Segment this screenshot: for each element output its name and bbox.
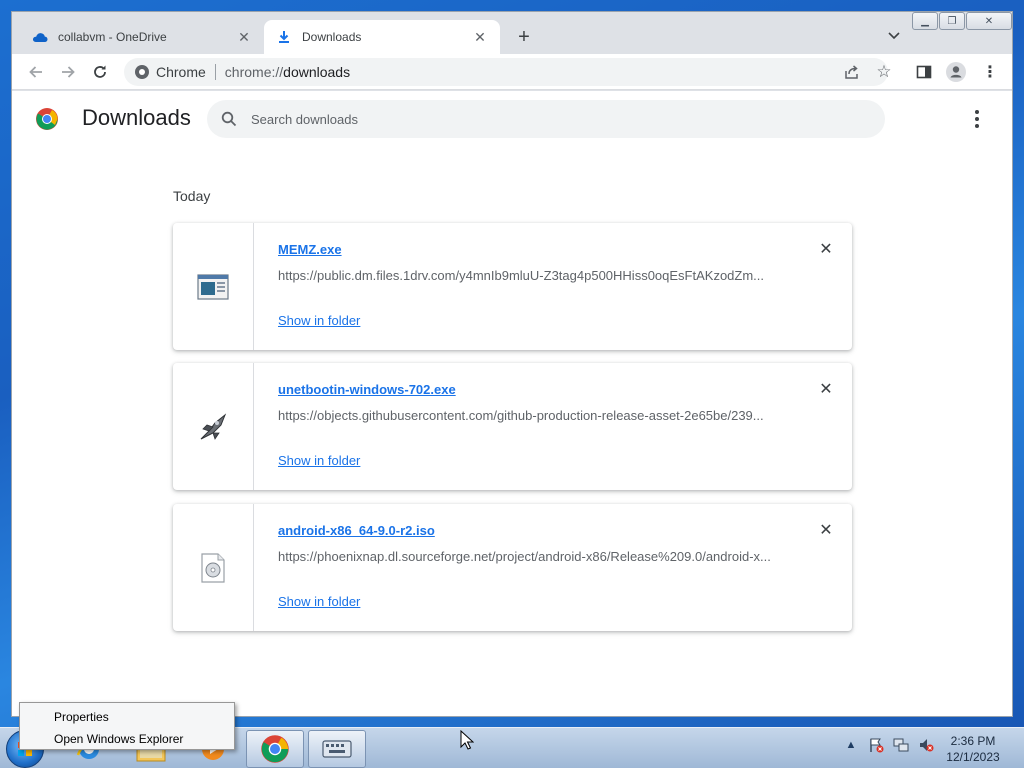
keyboard-icon	[322, 740, 352, 758]
chrome-chip-icon	[135, 65, 149, 79]
tab-search-chevron-icon[interactable]	[884, 26, 904, 46]
network-icon[interactable]	[892, 736, 910, 754]
tab-title: Downloads	[302, 30, 362, 44]
file-icon-column	[173, 223, 254, 350]
volume-muted-icon[interactable]	[917, 736, 935, 754]
tab-onedrive[interactable]: collabvm - OneDrive ✕	[20, 20, 264, 54]
tab-strip: collabvm - OneDrive ✕ Downloads ✕ + ▁ ❐ …	[12, 12, 1012, 54]
search-downloads-box[interactable]	[207, 100, 885, 138]
bookmark-button[interactable]: ☆	[872, 60, 896, 84]
forward-button[interactable]	[56, 60, 80, 84]
close-icon: ✕	[984, 15, 994, 27]
browser-toolbar: Chrome chrome:// downloads ☆ ⋮	[12, 54, 1012, 90]
show-in-folder-link[interactable]: Show in folder	[278, 594, 360, 609]
window-controls: ▁ ❐ ✕	[911, 12, 1012, 30]
back-button[interactable]	[24, 60, 48, 84]
close-tab-icon[interactable]: ✕	[236, 29, 252, 45]
show-in-folder-link[interactable]: Show in folder	[278, 453, 360, 468]
remove-download-icon[interactable]: ✕	[817, 381, 835, 399]
address-bar[interactable]: Chrome chrome:// downloads	[124, 58, 888, 86]
taskbar-clock[interactable]: 2:36 PM 12/1/2023	[936, 733, 1010, 765]
dot	[975, 124, 979, 128]
page-title: Downloads	[82, 105, 191, 130]
taskbar-on-screen-keyboard[interactable]	[308, 730, 366, 768]
iso-disc-file-icon	[201, 552, 225, 583]
action-center-flag-icon[interactable]	[867, 736, 885, 754]
new-tab-button[interactable]: +	[512, 26, 536, 50]
download-item: unetbootin-windows-702.exe https://objec…	[173, 363, 852, 490]
chrome-window: collabvm - OneDrive ✕ Downloads ✕ + ▁ ❐ …	[11, 11, 1013, 717]
file-icon-column	[173, 363, 254, 490]
url-host: downloads	[283, 64, 351, 80]
download-item: android-x86_64-9.0-r2.iso https://phoeni…	[173, 504, 852, 631]
profile-button[interactable]	[944, 60, 968, 84]
side-panel-icon	[916, 65, 932, 79]
clock-time: 2:36 PM	[950, 734, 996, 748]
minimize-icon: ▁	[921, 15, 929, 27]
tab-downloads[interactable]: Downloads ✕	[264, 20, 500, 54]
share-icon	[845, 65, 858, 79]
download-source-url: https://public.dm.files.1drv.com/y4mnIb9…	[278, 268, 765, 283]
date-group-label: Today	[173, 188, 211, 204]
download-source-url: https://objects.githubusercontent.com/gi…	[278, 408, 764, 423]
chrome-logo-icon	[36, 108, 58, 130]
forward-arrow-icon	[62, 66, 75, 78]
download-filename-link[interactable]: MEMZ.exe	[278, 242, 342, 257]
url-scheme: chrome://	[224, 64, 284, 80]
tab-title: collabvm - OneDrive	[58, 30, 167, 44]
reload-button[interactable]	[88, 60, 112, 84]
download-item: MEMZ.exe https://public.dm.files.1drv.co…	[173, 223, 852, 350]
back-arrow-icon	[29, 66, 42, 78]
close-window-button[interactable]: ✕	[966, 12, 1012, 30]
star-icon: ☆	[876, 62, 892, 81]
omnibox-divider	[214, 64, 216, 80]
mouse-cursor-icon	[460, 730, 474, 750]
side-panel-button[interactable]	[912, 60, 936, 84]
download-filename-link[interactable]: unetbootin-windows-702.exe	[278, 382, 456, 397]
chrome-taskbar-icon	[261, 735, 289, 763]
site-chip-label: Chrome	[156, 64, 206, 80]
close-tab-icon[interactable]: ✕	[472, 29, 488, 45]
downloads-header: Downloads	[12, 91, 1012, 147]
exe-window-icon	[197, 273, 229, 300]
downloads-menu-button[interactable]	[967, 107, 987, 131]
system-tray: ▲	[842, 736, 935, 754]
vertical-dots-icon: ⋮	[982, 64, 998, 81]
dot	[975, 110, 979, 114]
dot	[975, 117, 979, 121]
taskbar-chrome[interactable]	[246, 730, 304, 768]
minimize-button[interactable]: ▁	[912, 12, 938, 30]
onedrive-cloud-icon	[32, 29, 48, 45]
downloads-page: Downloads Today	[12, 91, 1012, 716]
search-icon	[221, 111, 237, 127]
clock-date: 12/1/2023	[946, 750, 1000, 764]
taskbar-context-menu: Properties Open Windows Explorer	[19, 702, 235, 750]
share-button[interactable]	[840, 60, 864, 84]
remove-download-icon[interactable]: ✕	[817, 241, 835, 259]
unetbootin-rocket-icon	[200, 412, 227, 440]
maximize-button[interactable]: ❐	[939, 12, 965, 30]
reload-icon	[94, 65, 106, 78]
remove-download-icon[interactable]: ✕	[817, 522, 835, 540]
search-input[interactable]	[251, 111, 851, 127]
profile-avatar-icon	[946, 62, 966, 82]
download-source-url: https://phoenixnap.dl.sourceforge.net/pr…	[278, 549, 771, 564]
restore-icon: ❐	[947, 15, 957, 27]
menu-item-properties[interactable]: Properties	[20, 706, 234, 728]
file-icon-column	[173, 504, 254, 631]
download-filename-link[interactable]: android-x86_64-9.0-r2.iso	[278, 523, 435, 538]
download-arrow-icon	[276, 29, 292, 45]
show-hidden-icons-button[interactable]: ▲	[842, 736, 860, 754]
show-in-folder-link[interactable]: Show in folder	[278, 313, 360, 328]
chrome-menu-button[interactable]: ⋮	[978, 60, 1002, 84]
menu-item-open-windows-explorer[interactable]: Open Windows Explorer	[20, 728, 234, 750]
